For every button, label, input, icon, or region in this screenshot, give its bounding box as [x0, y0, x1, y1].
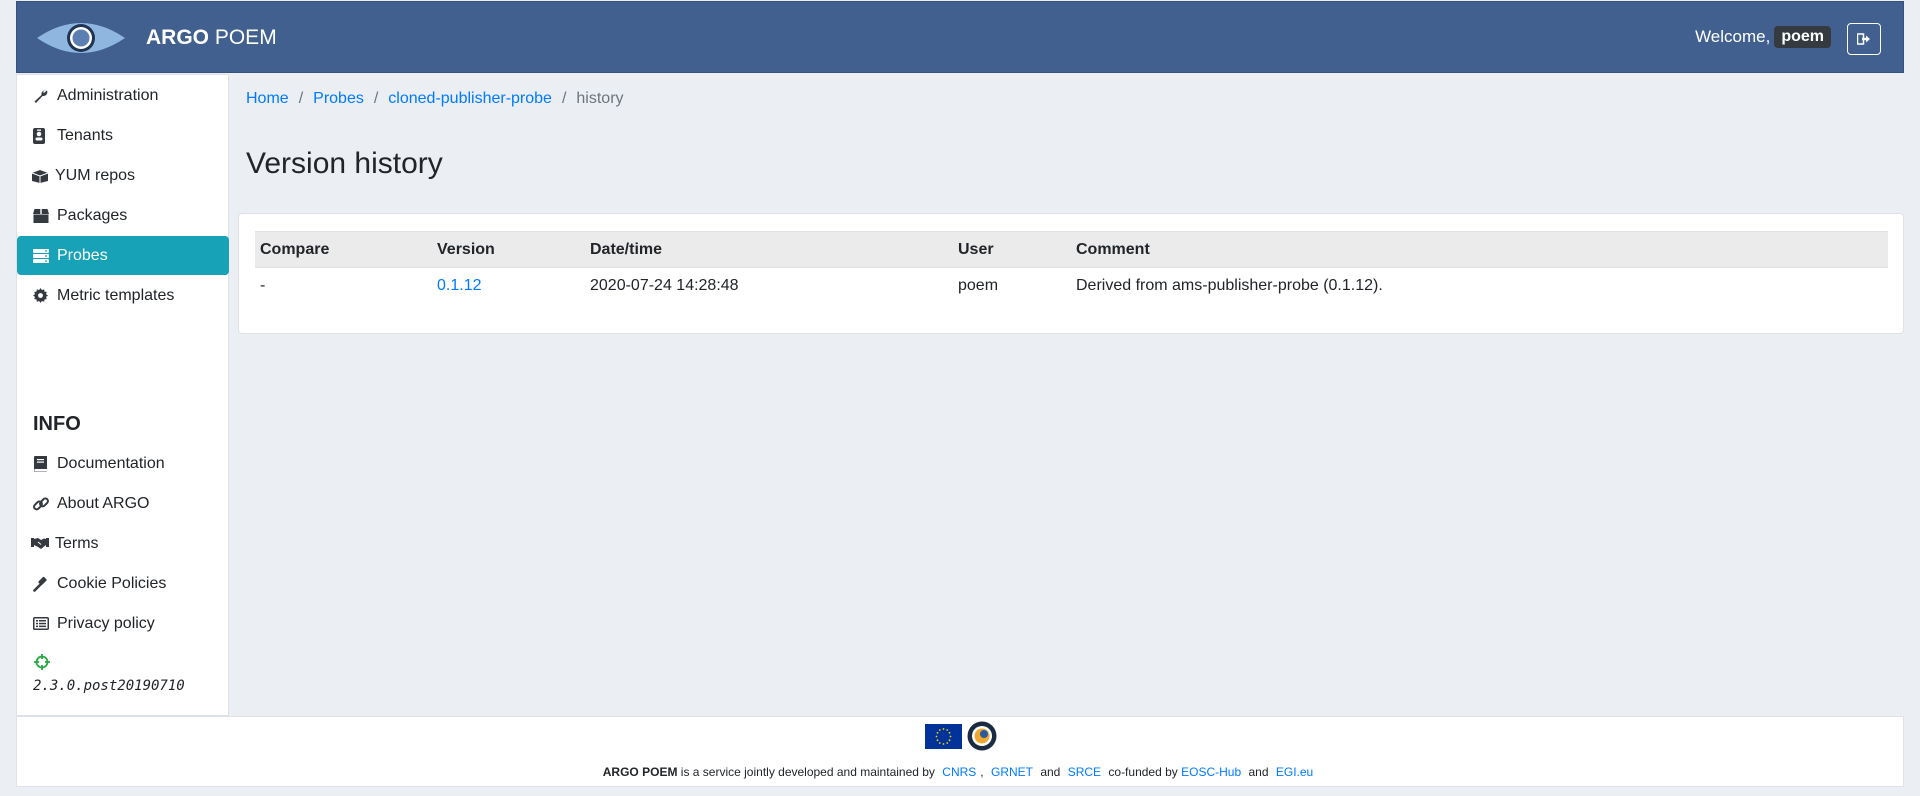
page-title: Version history — [246, 147, 443, 180]
cell-user: poem — [958, 276, 999, 294]
sidebar-item-label: Documentation — [57, 454, 165, 472]
welcome-text: Welcome, — [1695, 27, 1771, 46]
sidebar-item-label: Cookie Policies — [57, 574, 167, 592]
logout-button[interactable] — [1847, 23, 1881, 55]
sidebar-item-label: Privacy policy — [57, 614, 155, 632]
sidebar-item-terms[interactable]: Terms — [17, 524, 229, 563]
column-header-datetime: Date/time — [585, 231, 953, 268]
eosc-hub-link[interactable]: EOSC-Hub — [1181, 765, 1241, 779]
footer-credits: ARGO POEM is a service jointly developed… — [17, 765, 1903, 779]
breadcrumb-probes-link[interactable]: Probes — [313, 90, 364, 108]
cell-version: 0.1.12 — [432, 268, 585, 304]
breadcrumb-separator: / — [298, 90, 304, 107]
boxes-icon — [31, 168, 53, 184]
breadcrumb-separator: / — [561, 90, 567, 107]
server-icon — [33, 248, 55, 264]
breadcrumb-current: history — [576, 90, 624, 107]
argo-logo-icon[interactable] — [35, 14, 127, 62]
footer-cofunded: co-funded by — [1108, 765, 1178, 779]
top-navbar: ARGO POEM Welcome, poem — [16, 1, 1904, 73]
username-badge: poem — [1774, 26, 1831, 48]
breadcrumb: Home / Probes / cloned-publisher-probe /… — [246, 90, 624, 108]
cell-datetime: 2020-07-24 14:28:48 — [590, 276, 739, 294]
column-header-user: User — [953, 231, 1071, 268]
footer: ARGO POEM is a service jointly developed… — [16, 716, 1904, 787]
sidebar-item-label: Terms — [55, 534, 99, 552]
sidebar-item-label: Packages — [57, 206, 128, 224]
footer-comma: , — [980, 765, 984, 779]
welcome-area: Welcome, poem — [1695, 26, 1831, 48]
sidebar-item-metric-templates[interactable]: Metric templates — [17, 276, 229, 315]
book-icon — [33, 455, 55, 472]
sidebar-item-privacy-policy[interactable]: Privacy policy — [17, 604, 229, 643]
table-row: - 0.1.12 2020-07-24 14:28:48 poem Derive… — [255, 268, 1888, 304]
breadcrumb-probe-link[interactable]: cloned-publisher-probe — [388, 90, 552, 108]
egi-logo-icon — [967, 721, 997, 751]
column-header-version: Version — [432, 231, 585, 268]
version-link[interactable]: 0.1.12 — [437, 277, 481, 294]
srce-link[interactable]: SRCE — [1068, 765, 1101, 779]
info-heading: INFO — [33, 413, 81, 435]
footer-and: and — [1040, 765, 1061, 779]
egi-link[interactable]: EGI.eu — [1276, 765, 1313, 779]
sidebar-item-label: Probes — [57, 246, 108, 264]
gear-icon — [33, 288, 55, 304]
brand-rest: POEM — [214, 26, 277, 49]
cnrs-link[interactable]: CNRS — [942, 765, 976, 779]
id-badge-icon — [33, 127, 55, 144]
sidebar-item-yum-repos[interactable]: YUM repos — [17, 156, 229, 195]
grnet-link[interactable]: GRNET — [991, 765, 1033, 779]
sidebar-item-probes[interactable]: Probes — [17, 236, 229, 275]
sidebar-item-label: Administration — [57, 86, 159, 104]
sign-out-icon — [1857, 33, 1870, 45]
box-icon — [33, 208, 55, 224]
sidebar-item-packages[interactable]: Packages — [17, 196, 229, 235]
brand-title[interactable]: ARGO POEM — [146, 26, 277, 50]
footer-text: is a service jointly developed and maint… — [680, 765, 935, 779]
sidebar-item-label: Tenants — [57, 126, 114, 144]
version-history-table: Compare Version Date/time User Comment -… — [255, 231, 1888, 304]
breadcrumb-home-link[interactable]: Home — [246, 90, 289, 108]
column-header-compare: Compare — [255, 231, 432, 268]
sidebar-item-administration[interactable]: Administration — [17, 76, 229, 115]
sidebar-item-label: Metric templates — [57, 286, 175, 304]
handshake-icon — [31, 536, 53, 552]
link-icon — [33, 496, 55, 512]
list-icon — [33, 616, 55, 632]
sidebar-item-tenants[interactable]: Tenants — [17, 116, 229, 155]
eu-flag-icon — [925, 723, 962, 749]
sidebar-item-about-argo[interactable]: About ARGO — [17, 484, 229, 523]
footer-logos — [925, 721, 997, 751]
cell-comment: Derived from ams-publisher-probe (0.1.12… — [1076, 276, 1383, 294]
cell-compare: - — [260, 276, 266, 294]
sidebar-item-label: YUM repos — [55, 166, 136, 184]
sidebar-item-documentation[interactable]: Documentation — [17, 444, 229, 483]
gavel-icon — [33, 576, 55, 592]
sidebar-item-cookie-policies[interactable]: Cookie Policies — [17, 564, 229, 603]
footer-and: and — [1248, 765, 1269, 779]
column-header-comment: Comment — [1071, 231, 1888, 268]
app-version: 2.3.0.post20190710 — [33, 678, 185, 694]
brand-bold: ARGO — [146, 26, 209, 49]
table-header-row: Compare Version Date/time User Comment — [255, 231, 1888, 268]
sidebar-item-label: About ARGO — [57, 494, 150, 512]
breadcrumb-separator: / — [373, 90, 379, 107]
sidebar: Administration Tenants YUM repos Package… — [16, 74, 229, 716]
crosshairs-icon — [34, 654, 50, 675]
history-card: Compare Version Date/time User Comment -… — [238, 213, 1904, 334]
footer-product: ARGO POEM — [602, 765, 678, 779]
wrench-icon — [33, 88, 55, 104]
